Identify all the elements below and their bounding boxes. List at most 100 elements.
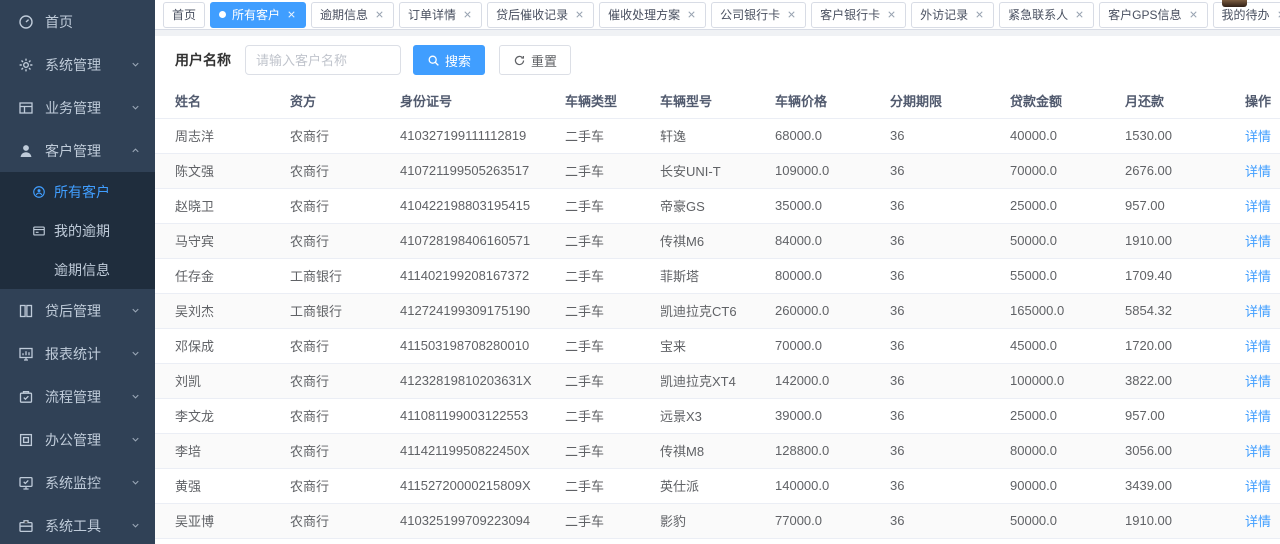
cell-loan-amount: 45000.0 [1010,328,1125,363]
cell-action: 详情 [1245,398,1280,433]
cell-vehicle-model: 帝豪GS [660,188,775,223]
close-icon [1188,9,1199,20]
sidebar-item[interactable]: 办公管理 [0,418,155,461]
cell-loan-amount: 165000.0 [1010,293,1125,328]
cell-vehicle-price: 140000.0 [775,468,890,503]
cell-vehicle-model: 影豹 [660,503,775,538]
tab[interactable]: 催收处理方案 [599,2,706,28]
tab[interactable]: 首页 [163,2,205,28]
tab[interactable]: 紧急联系人 [999,2,1094,28]
cell-name: 吴刘杰 [155,293,290,328]
search-button[interactable]: 搜索 [413,45,485,75]
detail-link[interactable]: 详情 [1245,444,1271,459]
cell-vehicle-price: 35000.0 [775,188,890,223]
sidebar-item[interactable]: 系统工具 [0,504,155,544]
cell-funder: 工商银行 [290,293,400,328]
sidebar-item[interactable]: 系统管理 [0,43,155,86]
tab[interactable]: 客户GPS信息 [1099,2,1207,28]
user-icon [18,143,34,159]
cell-monthly-payment: 1910.00 [1125,223,1245,258]
sidebar-item-label: 办公管理 [45,430,130,450]
sidebar-item[interactable]: 客户管理 [0,129,155,172]
chevron-down-icon [130,348,141,359]
table-row: 任存金工商银行411402199208167372二手车菲斯塔80000.036… [155,258,1280,293]
chevron-down-icon [130,520,141,531]
tab-label: 首页 [172,6,196,23]
table-row: 黄强农商行41152720000215809X二手车英仕派140000.0369… [155,468,1280,503]
cell-monthly-payment: 1910.00 [1125,503,1245,538]
cell-loan-amount: 80000.0 [1010,433,1125,468]
avatar[interactable] [1222,0,1247,7]
cell-loan-amount: 70000.0 [1010,153,1125,188]
cell-vehicle-price: 77000.0 [775,503,890,538]
column-header: 身份证号 [400,84,565,118]
cell-name: 任存金 [155,258,290,293]
cell-id-number: 410327199111112819 [400,118,565,153]
sidebar-item[interactable]: 流程管理 [0,375,155,418]
chevron-down-icon [130,477,141,488]
sidebar-item-label: 首页 [45,12,141,32]
cell-funder: 工商银行 [290,258,400,293]
tab-label: 订单详情 [408,6,456,23]
detail-link[interactable]: 详情 [1245,164,1271,179]
detail-link[interactable]: 详情 [1245,269,1271,284]
tab[interactable]: 所有客户 [210,2,306,28]
cell-vehicle-model: 宝来 [660,328,775,363]
search-form: 用户名称 搜索 重置 [155,44,1280,76]
cell-loan-amount: 90000.0 [1010,468,1125,503]
sidebar: 首页系统管理业务管理客户管理所有客户我的逾期逾期信息贷后管理报表统计流程管理办公… [0,0,155,544]
overdue-card-icon [32,224,46,238]
detail-link[interactable]: 详情 [1245,479,1271,494]
cell-vehicle-model: 轩逸 [660,118,775,153]
detail-link[interactable]: 详情 [1245,304,1271,319]
tags-view-bar: 首页所有客户逾期信息订单详情 贷后催收记录催收处理方案公司银行卡客户银行卡外访记录… [155,0,1280,30]
sidebar-subitem[interactable]: 逾期信息 [0,250,155,289]
content-panel: 用户名称 搜索 重置 [155,36,1280,544]
sidebar-item[interactable]: 报表统计 [0,332,155,375]
detail-link[interactable]: 详情 [1245,409,1271,424]
cell-vehicle-price: 128800.0 [775,433,890,468]
tab[interactable]: 订单详情 [399,2,482,28]
column-header: 分期期限 [890,84,1010,118]
cell-loan-amount: 40000.0 [1010,118,1125,153]
detail-link[interactable]: 详情 [1245,199,1271,214]
refresh-icon [513,54,526,67]
cell-monthly-payment [1125,538,1245,544]
cell-name: 马守宾 [155,223,290,258]
cell-vehicle-type: 二手车 [565,468,660,503]
detail-link[interactable]: 详情 [1245,514,1271,529]
sidebar-subitem[interactable]: 我的逾期 [0,211,155,250]
cell-monthly-payment: 1709.40 [1125,258,1245,293]
cell-funder: 农商行 [290,503,400,538]
cell-vehicle-type: 二手车 [565,118,660,153]
sidebar-item[interactable]: 首页 [0,0,155,43]
tab[interactable]: 公司银行卡 [711,2,806,28]
column-header: 姓名 [155,84,290,118]
detail-link[interactable]: 详情 [1245,374,1271,389]
cell-vehicle-model: 菲斯塔 [660,258,775,293]
column-header: 车辆价格 [775,84,890,118]
sidebar-subitem[interactable]: 所有客户 [0,172,155,211]
table-row: 陈文强农商行410721199505263517二手车长安UNI-T109000… [155,153,1280,188]
cell-monthly-payment: 2676.00 [1125,153,1245,188]
chevron-down-icon [130,102,141,113]
detail-link[interactable]: 详情 [1245,129,1271,144]
sidebar-item[interactable]: 系统监控 [0,461,155,504]
search-input[interactable] [245,45,401,75]
tab[interactable]: 逾期信息 [311,2,394,28]
sidebar-item[interactable]: 贷后管理 [0,289,155,332]
sidebar-item[interactable]: 业务管理 [0,86,155,129]
detail-link[interactable]: 详情 [1245,339,1271,354]
cell-vehicle-type [565,538,660,544]
cell-name [155,538,290,544]
tab[interactable]: 外访记录 [911,2,994,28]
detail-link[interactable]: 详情 [1245,234,1271,249]
tab[interactable]: 客户银行卡 [811,2,906,28]
close-icon [462,9,473,20]
cell-vehicle-price: 68000.0 [775,118,890,153]
chevron-up-icon [130,145,141,156]
reset-button[interactable]: 重置 [499,45,571,75]
cell-funder: 农商行 [290,433,400,468]
active-tab-dot [219,11,226,18]
tab[interactable]: 贷后催收记录 [487,2,594,28]
